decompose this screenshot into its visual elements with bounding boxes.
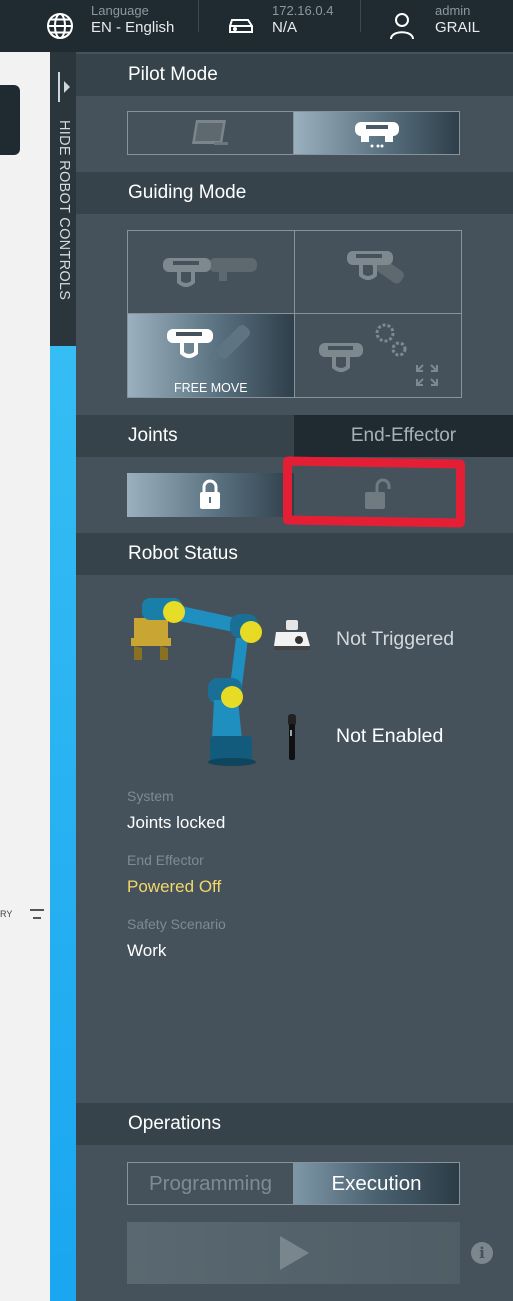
execution-mode-button[interactable]: Execution [293,1163,459,1204]
external-activation-device-icon [274,620,310,650]
external-activation-status: Not Triggered [336,628,455,650]
enabling-device-status: Not Enabled [336,725,444,747]
operations-header: Operations [76,1103,513,1145]
main-content-area [0,52,50,1301]
ip-address: 172.16.0.4 [272,2,334,18]
pilot-mode-tablet-option[interactable] [128,112,293,154]
programming-label: Programming [148,1171,273,1195]
user-role: admin [435,2,471,18]
tab-end-effector[interactable]: End-Effector [294,415,513,457]
guiding-mode-selector: FREE MOVE [127,230,462,398]
free-move-icon [166,324,250,363]
tab-joints[interactable]: Joints [76,415,294,457]
collapse-arrow-icon[interactable] [58,72,72,102]
filter-control[interactable]: RY [0,905,50,923]
tab-end-effector-label: End-Effector [350,425,457,446]
pilot-mode-header: Pilot Mode [76,54,513,96]
header-divider [360,0,361,32]
language-selector[interactable]: Language EN - English [45,0,174,52]
end-effector-value: Powered Off [127,877,222,896]
annotation-highlight [283,456,465,528]
control-tabs: Joints End-Effector [76,415,513,457]
operations-mode-selector: Programming Execution [127,1162,460,1205]
content-card[interactable] [0,85,20,155]
pilot-gripper-icon [354,122,399,148]
hide-controls-label: HIDE ROBOT CONTROLS [56,120,72,301]
network-device-icon [226,11,256,41]
enabling-device-icon [288,714,296,760]
guiding-mode-translation[interactable] [128,231,295,314]
guiding-mode-user-defined[interactable] [295,314,462,397]
safety-scenario-label: Safety Scenario [127,916,226,932]
info-icon[interactable]: i [471,1242,493,1264]
guiding-mode-free-move[interactable]: FREE MOVE [128,314,295,397]
pilot-mode-selector [127,111,460,155]
globe-icon [45,11,75,41]
lock-closed-icon [200,479,221,509]
network-value: N/A [272,18,298,36]
user-icon [387,11,417,41]
play-button[interactable] [127,1222,460,1284]
lock-joints-option[interactable] [127,473,294,517]
play-icon [279,1236,309,1270]
header-divider [198,0,199,32]
programming-mode-button[interactable]: Programming [128,1163,293,1204]
top-bar: Language EN - English 172.16.0.4 N/A adm… [0,0,513,52]
rotation-mode-icon [346,251,404,284]
pilot-mode-pilot-option[interactable] [293,112,459,154]
guiding-mode-title: Guiding Mode [128,182,247,203]
safety-scenario-value: Work [127,941,167,960]
execution-label: Execution [331,1171,422,1195]
tab-joints-label: Joints [128,425,178,446]
free-move-label: FREE MOVE [173,381,248,395]
operations-title: Operations [128,1113,221,1134]
filter-label: RY [0,909,13,919]
translation-mode-icon [162,258,257,287]
user-defined-mode-icon [318,323,438,386]
guiding-mode-rotation[interactable] [294,231,461,314]
robot-arm-image [131,598,262,766]
filter-icon [30,909,45,919]
user-name: GRAIL [435,18,481,36]
language-value: EN - English [91,18,175,36]
guiding-mode-header: Guiding Mode [76,172,513,214]
network-status[interactable]: 172.16.0.4 N/A [226,0,333,52]
system-value: Joints locked [127,813,226,832]
system-label: System [127,788,174,804]
pilot-mode-title: Pilot Mode [128,64,218,85]
user-menu[interactable]: admin GRAIL [387,0,480,52]
robot-status-title: Robot Status [128,543,238,564]
end-effector-label: End Effector [127,852,204,868]
robot-status-header: Robot Status [76,533,513,575]
language-label: Language [91,2,149,18]
tablet-icon [191,120,228,145]
